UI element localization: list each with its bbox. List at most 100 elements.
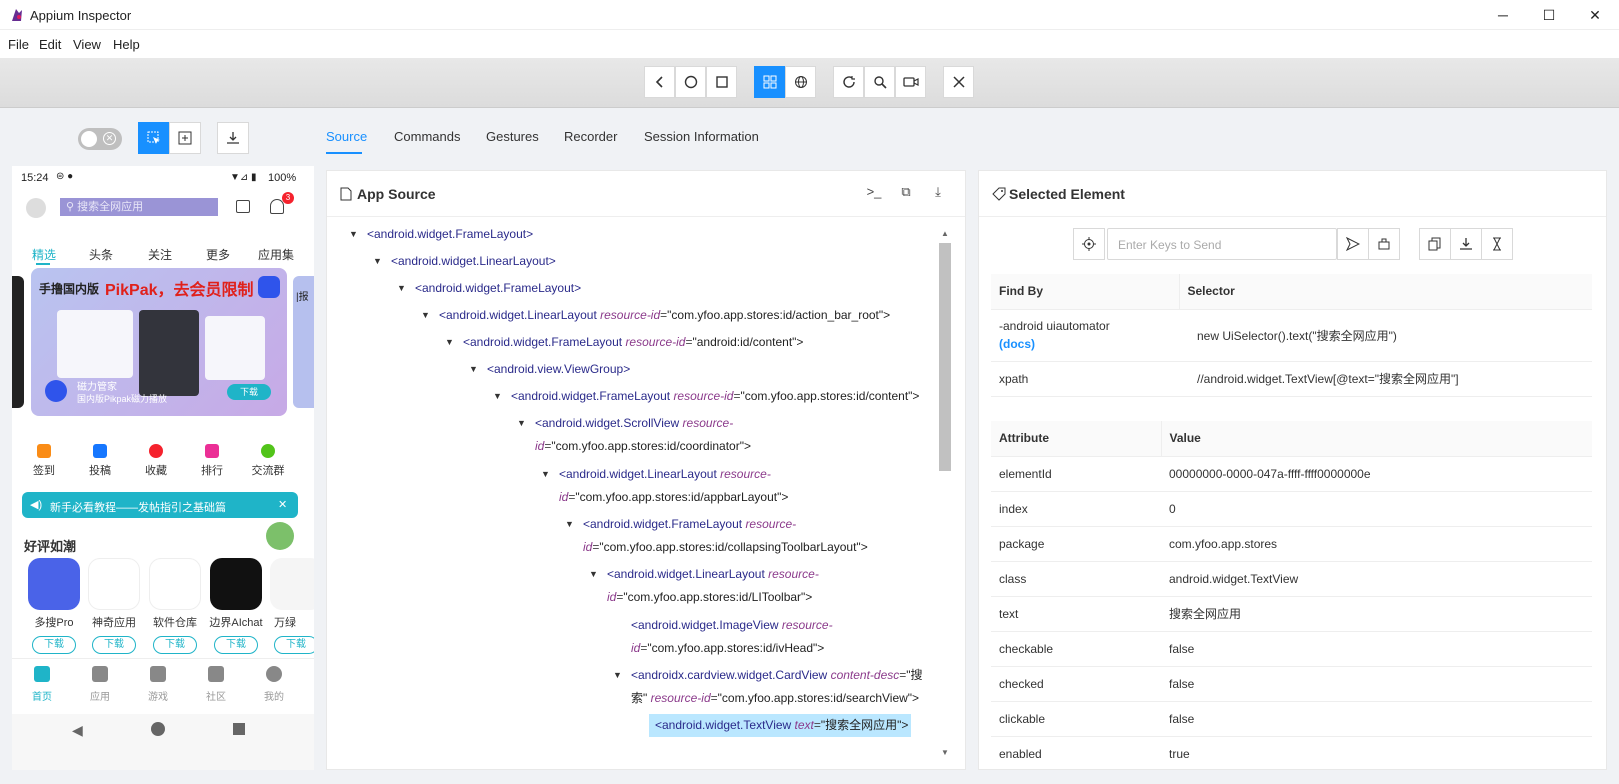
menu-help[interactable]: Help: [113, 37, 140, 52]
selector-value[interactable]: //android.widget.TextView[@text="搜索全网应用"…: [1179, 361, 1592, 397]
menu-edit[interactable]: Edit: [39, 37, 61, 52]
tree-expand-caret[interactable]: ▼: [493, 391, 502, 401]
tree-node[interactable]: <android.widget.ImageView resource-: [631, 614, 833, 637]
copy-xml-button[interactable]: ⧉: [896, 184, 916, 204]
tap-element-button[interactable]: [1073, 228, 1105, 260]
tap-coordinates-button[interactable]: [169, 122, 201, 154]
tree-node[interactable]: <android.widget.FrameLayout resource-: [583, 513, 796, 536]
toggle-attributes-button[interactable]: >_: [864, 184, 884, 204]
groups-button[interactable]: 交流群: [248, 444, 288, 478]
tree-node[interactable]: id="com.yfoo.app.stores:id/LIToolbar">: [607, 586, 812, 609]
send-keys-input[interactable]: Enter Keys to Send: [1107, 228, 1337, 260]
bell-icon[interactable]: [270, 199, 284, 214]
bottom-nav-home[interactable]: 首页: [22, 666, 62, 703]
device-screenshot[interactable]: 15:24 ⊜ ● ▼⊿ ▮ 100% ⚲ 搜索全网应用 3 精选 头条 关注 …: [12, 166, 314, 770]
native-mode-button[interactable]: [754, 66, 785, 98]
scroll-up-icon[interactable]: ▲: [941, 229, 949, 238]
tree-expand-caret[interactable]: ▼: [517, 418, 526, 428]
submit-button[interactable]: 投稿: [80, 444, 120, 478]
tree-expand-caret[interactable]: ▼: [349, 229, 358, 239]
app-download-button[interactable]: 下载: [32, 636, 76, 654]
app-switch-button[interactable]: [706, 66, 737, 98]
tree-node[interactable]: <android.widget.FrameLayout>: [415, 277, 581, 300]
inbox-icon[interactable]: [236, 200, 250, 213]
copy-attributes-button[interactable]: [1419, 228, 1451, 260]
attribute-value[interactable]: 00000000-0000-047a-ffff-ffff0000000e: [1161, 456, 1592, 492]
attribute-value[interactable]: com.yfoo.app.stores: [1161, 526, 1592, 562]
android-home-icon[interactable]: [151, 722, 165, 736]
tab-gestures[interactable]: Gestures: [486, 129, 539, 144]
phone-tab-following[interactable]: 关注: [148, 246, 172, 263]
minimize-button[interactable]: ─: [1480, 0, 1526, 30]
app-download-button[interactable]: 下载: [153, 636, 197, 654]
maximize-button[interactable]: ☐: [1526, 0, 1572, 30]
home-button[interactable]: [675, 66, 706, 98]
ranking-button[interactable]: 排行: [192, 444, 232, 478]
android-back-icon[interactable]: ◀: [72, 722, 83, 739]
source-tree[interactable]: ▼ <android.widget.FrameLayout> ▼ <android.w…: [327, 219, 935, 769]
source-scrollbar[interactable]: ▲ ▼: [939, 229, 951, 757]
banner-download-button[interactable]: 下载: [227, 384, 271, 400]
app-icon-duosou[interactable]: [28, 558, 80, 610]
app-icon-bianjie[interactable]: [210, 558, 262, 610]
phone-tab-collections[interactable]: 应用集: [258, 246, 294, 263]
tree-node[interactable]: <android.widget.LinearLayout resource-: [559, 463, 771, 486]
tree-node[interactable]: id="com.yfoo.app.stores:id/coordinator">: [535, 435, 751, 458]
download-screenshot-button[interactable]: [217, 122, 249, 154]
tree-expand-caret[interactable]: ▼: [373, 256, 382, 266]
app-download-button[interactable]: 下载: [214, 636, 258, 654]
tree-node[interactable]: <android.widget.LinearLayout>: [391, 250, 556, 273]
tree-node[interactable]: id="com.yfoo.app.stores:id/ivHead">: [631, 637, 824, 660]
phone-tab-featured[interactable]: 精选: [32, 246, 56, 263]
scroll-thumb[interactable]: [939, 243, 951, 471]
tree-expand-caret[interactable]: ▼: [445, 337, 454, 347]
tree-expand-caret[interactable]: ▼: [397, 283, 406, 293]
bottom-nav-community[interactable]: 社区: [196, 666, 236, 703]
phone-search-bar[interactable]: ⚲ 搜索全网应用: [60, 198, 218, 216]
tree-node[interactable]: <androidx.cardview.widget.CardView conte…: [631, 664, 923, 687]
tab-recorder[interactable]: Recorder: [564, 129, 617, 144]
tree-node[interactable]: <android.widget.FrameLayout>: [367, 223, 533, 246]
docs-link[interactable]: (docs): [999, 337, 1171, 351]
banner-card[interactable]: 手撸国内版 PikPak，去会员限制 磁力管家 国内版Pikpak磁力播放 下载: [31, 268, 287, 416]
avatar[interactable]: [26, 198, 46, 218]
tree-node[interactable]: <android.view.ViewGroup>: [487, 358, 630, 381]
tree-node[interactable]: <android.widget.LinearLayout resource-: [607, 563, 819, 586]
record-button[interactable]: [895, 66, 926, 98]
download-screenshot-element-button[interactable]: [1450, 228, 1482, 260]
tree-node[interactable]: <android.widget.TextView text="搜索全网应用">: [655, 714, 908, 737]
send-keys-button[interactable]: [1337, 228, 1369, 260]
tree-node[interactable]: <android.widget.LinearLayout resource-id…: [439, 304, 890, 327]
attribute-value[interactable]: false: [1161, 631, 1592, 667]
floating-action-icon[interactable]: [266, 522, 294, 550]
app-icon-shenqi[interactable]: [88, 558, 140, 610]
tree-node[interactable]: id="com.yfoo.app.stores:id/collapsingToo…: [583, 536, 868, 559]
scroll-down-icon[interactable]: ▼: [941, 748, 949, 757]
tab-commands[interactable]: Commands: [394, 129, 460, 144]
close-window-button[interactable]: ✕: [1572, 0, 1618, 30]
app-download-button[interactable]: 下载: [274, 636, 314, 654]
attribute-value[interactable]: 0: [1161, 491, 1592, 527]
close-notice-icon[interactable]: ✕: [278, 498, 287, 511]
tree-expand-caret[interactable]: ▼: [541, 469, 550, 479]
phone-tab-headlines[interactable]: 头条: [89, 246, 113, 263]
clear-element-button[interactable]: [1368, 228, 1400, 260]
app-download-button[interactable]: 下载: [92, 636, 136, 654]
app-icon-wanlv[interactable]: [270, 558, 314, 610]
tree-expand-caret[interactable]: ▼: [613, 670, 622, 680]
select-elements-button[interactable]: [138, 122, 170, 154]
notice-bar[interactable]: ◀) 新手必看教程——发帖指引之基础篇 ✕: [22, 492, 298, 518]
attribute-value[interactable]: 搜索全网应用: [1161, 596, 1592, 632]
refresh-button[interactable]: [833, 66, 864, 98]
tree-expand-caret[interactable]: ▼: [589, 569, 598, 579]
bottom-nav-me[interactable]: 我的: [254, 666, 294, 703]
quit-session-button[interactable]: [943, 66, 974, 98]
tree-node[interactable]: id="com.yfoo.app.stores:id/appbarLayout"…: [559, 486, 788, 509]
selector-value[interactable]: new UiSelector().text("搜索全网应用"): [1179, 309, 1592, 362]
tree-node[interactable]: <android.widget.FrameLayout resource-id=…: [511, 385, 919, 408]
attribute-value[interactable]: false: [1161, 666, 1592, 702]
tree-node[interactable]: 索" resource-id="com.yfoo.app.stores:id/s…: [631, 687, 919, 710]
menu-view[interactable]: View: [73, 37, 101, 52]
search-element-button[interactable]: [864, 66, 895, 98]
tree-expand-caret[interactable]: ▼: [469, 364, 478, 374]
